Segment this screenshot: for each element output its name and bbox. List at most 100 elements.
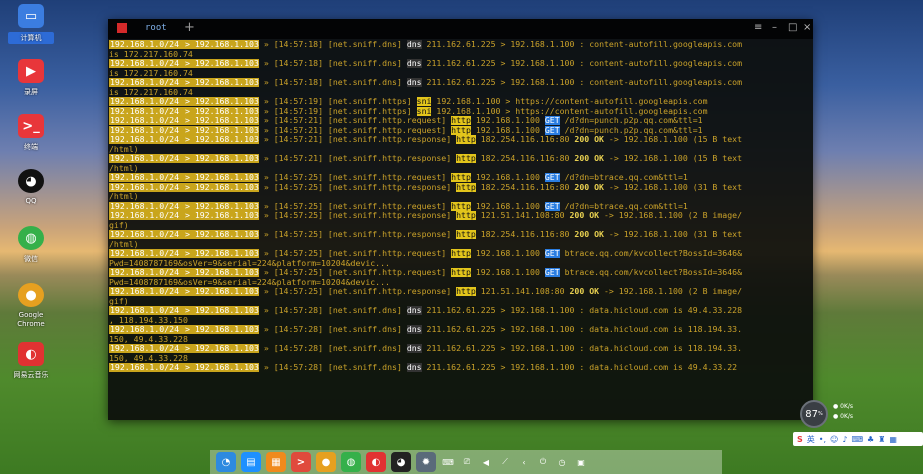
punctuation-icon[interactable]: •, [819, 435, 826, 444]
tray-icon[interactable]: ⌨ [441, 453, 455, 471]
mic-icon[interactable]: ♪ [842, 435, 847, 444]
wechat-icon: ◍ [18, 226, 44, 250]
desktop-icon-qq[interactable]: ◕ QQ [8, 169, 54, 205]
line-tail: btrace.qq.com/kvcollect?BossId=3646& [559, 268, 743, 277]
maximize-button[interactable]: □ [788, 22, 797, 33]
timestamp: [14:57:19] [273, 97, 323, 106]
desktop-icon-wechat[interactable]: ◍ 微信 [8, 226, 54, 264]
status-ok: 200 OK [574, 230, 604, 239]
tray-icon[interactable]: ◷ [555, 453, 569, 471]
desktop-icon-computer[interactable]: ▭ 计算机 [8, 4, 54, 44]
desktop-icon-terminal[interactable]: >_ 终端 [8, 114, 54, 152]
emoji-icon[interactable]: ☺ [830, 435, 838, 444]
desktop-icon-netease-music[interactable]: ◐ 网易云音乐 [8, 342, 54, 380]
line-continuation: /html) [109, 239, 139, 249]
line-body: 192.168.1.100 [470, 116, 545, 125]
grid-icon[interactable]: ▦ [889, 435, 897, 444]
close-button[interactable]: × [803, 22, 811, 33]
keyboard-icon[interactable]: ⌨ [851, 435, 863, 444]
target-ip: 192.168.1.103 [194, 249, 259, 258]
line-arrow: » [258, 78, 274, 87]
dock-qq-icon[interactable]: ◕ [391, 452, 411, 472]
line-body: 211.162.61.225 > 192.168.1.100 : data.hi… [421, 363, 738, 372]
sogou-icon: S [797, 434, 803, 444]
subnet-prefix: 192.168.1.0/24 [109, 201, 181, 211]
line-arrow: » [258, 306, 274, 315]
protocol-badge: http [451, 201, 471, 211]
dock-terminal-icon[interactable]: > [291, 452, 311, 472]
timestamp: [14:57:21] [273, 116, 323, 125]
line-arrow: » [258, 344, 274, 353]
terminal-output[interactable]: 192.168.1.0/24 > 192.168.1.103 » [14:57:… [109, 40, 813, 373]
target-separator: > [180, 287, 195, 296]
dock-wechat-icon[interactable]: ◍ [341, 452, 361, 472]
terminal-line: 192.168.1.0/24 > 192.168.1.103 » [14:57:… [109, 106, 813, 117]
module-name: [net.sniff.http.request] [323, 125, 452, 135]
taskbar-dock: ◔ ▤ ▦ > ● ◍ ◐ ◕ ✹ ⌨ ⎚ ◀ ⟋ ‹ ⏻ ◷ ▣ [210, 450, 722, 474]
input-method-bar[interactable]: S 英 •, ☺ ♪ ⌨ ♣ ♜ ▦ [793, 432, 923, 446]
protocol-badge: http [451, 125, 471, 135]
cpu-usage-unit: % [817, 411, 823, 417]
module-name: [net.sniff.http.request] [323, 268, 452, 277]
target-ip: 192.168.1.103 [194, 135, 259, 144]
cpu-usage-gauge[interactable]: 87% [800, 400, 828, 428]
target-separator: > [180, 59, 195, 68]
desktop-icon-recorder[interactable]: ▶ 录屏 [8, 59, 54, 97]
module-name: [net.sniff.http.response] [323, 287, 457, 296]
menu-icon[interactable]: ≡ [754, 22, 762, 33]
status-ok: 200 OK [574, 182, 604, 192]
subnet-prefix: 192.168.1.0/24 [109, 230, 181, 239]
line-body: 211.162.61.225 > 192.168.1.100 : content… [421, 40, 743, 49]
line-continuation: 150, 49.4.33.228 [109, 334, 188, 344]
protocol-badge: dns [406, 363, 422, 372]
terminal-line: 192.168.1.0/24 > 192.168.1.103 » [14:57:… [109, 97, 813, 107]
skin-icon[interactable]: ♣ [867, 435, 874, 444]
line-body: 182.254.116.116:80 [475, 230, 575, 239]
protocol-badge: http [451, 249, 471, 258]
terminal-titlebar[interactable]: root + ≡ – □ × [108, 19, 813, 39]
timestamp: [14:57:18] [273, 78, 323, 87]
terminal-tab-root[interactable]: root [145, 23, 167, 33]
tray-icon[interactable]: ‹ [517, 453, 531, 471]
target-ip: 192.168.1.103 [194, 125, 259, 135]
timestamp: [14:57:25] [273, 211, 323, 220]
ime-language-label[interactable]: 英 [807, 434, 815, 445]
tray-icon[interactable]: ⟋ [498, 453, 512, 471]
tray-icon[interactable]: ▣ [574, 453, 588, 471]
line-tail: -> 192.168.1.100 (2 B image/ [599, 287, 743, 296]
tray-icon[interactable]: ◀ [479, 453, 493, 471]
line-continuation: /html) [109, 192, 139, 201]
terminal-line: /html) [109, 145, 813, 155]
dock-store-icon[interactable]: ▦ [266, 452, 286, 472]
dock-netease-music-icon[interactable]: ◐ [366, 452, 386, 472]
minimize-button[interactable]: – [772, 22, 777, 33]
terminal-window[interactable]: root + ≡ – □ × 192.168.1.0/24 > 192.168.… [108, 19, 813, 420]
dock-settings-icon[interactable]: ✹ [416, 452, 436, 472]
timestamp: [14:57:28] [273, 363, 323, 372]
line-tail: /d?dn=punch.p2p.qq.com&ttl=1 [559, 116, 703, 125]
tray-icon[interactable]: ⏻ [536, 453, 550, 471]
computer-icon: ▭ [18, 4, 44, 28]
protocol-badge: http [456, 287, 476, 296]
line-continuation: /html) [109, 163, 139, 173]
terminal-line: is 172.217.160.74 [109, 50, 813, 60]
desktop-icon-chrome[interactable]: ● Google Chrome [8, 283, 54, 329]
module-name: [net.sniff.http.response] [323, 182, 457, 192]
target-separator: > [180, 125, 195, 135]
dock-chrome-icon[interactable]: ● [316, 452, 336, 472]
target-ip: 192.168.1.103 [194, 40, 259, 49]
dock-file-manager-icon[interactable]: ▤ [241, 452, 261, 472]
tray-icon[interactable]: ⎚ [460, 453, 474, 471]
target-ip: 192.168.1.103 [194, 201, 259, 211]
new-tab-button[interactable]: + [184, 20, 195, 35]
target-separator: > [180, 40, 195, 49]
timestamp: [14:57:25] [273, 287, 323, 296]
dock-launcher-icon[interactable]: ◔ [216, 452, 236, 472]
shirt-icon[interactable]: ♜ [878, 435, 885, 444]
get-badge: GET [544, 125, 560, 135]
line-arrow: » [258, 125, 274, 135]
terminal-tab-icon [117, 23, 127, 33]
line-body: 211.162.61.225 > 192.168.1.100 : data.hi… [421, 306, 743, 315]
target-separator: > [180, 268, 195, 277]
target-ip: 192.168.1.103 [194, 106, 259, 116]
